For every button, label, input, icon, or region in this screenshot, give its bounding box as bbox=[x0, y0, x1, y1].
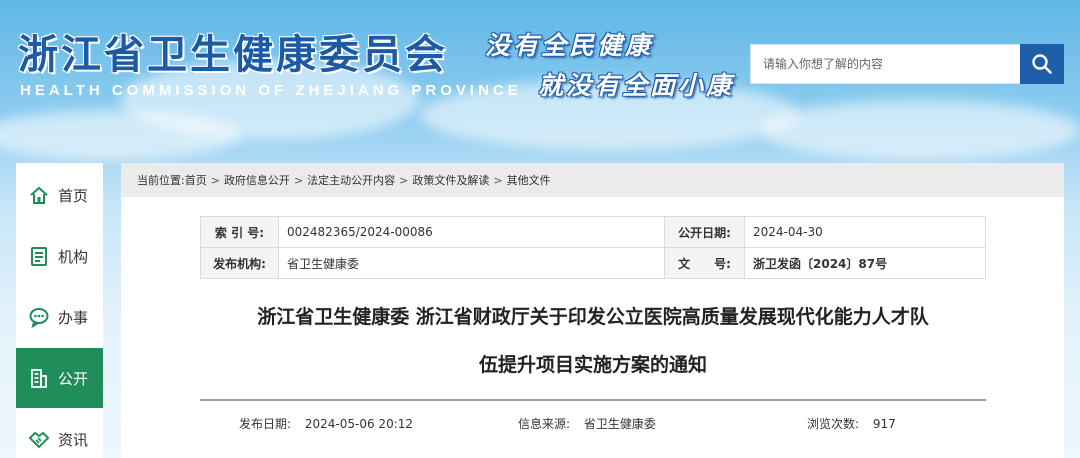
view-count-value: 917 bbox=[872, 417, 896, 431]
site-logo-subtitle: HEALTH COMMISSION OF ZHEJIANG PROVINCE bbox=[20, 82, 522, 99]
org-value: 省卫生健康委 bbox=[278, 247, 665, 279]
nav-item-label: 公开 bbox=[58, 369, 89, 388]
header-cloud bbox=[760, 100, 1080, 160]
breadcrumb-link[interactable]: 政策文件及解读 bbox=[412, 172, 489, 188]
nav-item-label: 机构 bbox=[58, 247, 89, 266]
nav-item-label: 资讯 bbox=[58, 430, 89, 449]
view-count-label: 浏览次数: bbox=[807, 417, 860, 431]
nav-item-label: 首页 bbox=[58, 186, 89, 205]
doc-number-label: 文 号: bbox=[664, 247, 745, 279]
breadcrumb: 当前位置: 首页 > 政府信息公开 > 法定主动公开内容 > 政策文件及解读 >… bbox=[121, 163, 1064, 197]
slogan-line-1: 没有全民健康 bbox=[485, 31, 654, 60]
publish-date-label: 发布日期: bbox=[239, 417, 292, 431]
breadcrumb-link[interactable]: 法定主动公开内容 bbox=[307, 172, 395, 188]
info-source-label: 信息来源: bbox=[518, 417, 571, 431]
header-cloud bbox=[0, 110, 240, 160]
search-button[interactable] bbox=[1020, 44, 1064, 84]
nav-item-home[interactable]: 首页 bbox=[16, 165, 103, 225]
breadcrumb-separator: > bbox=[493, 173, 503, 187]
building-icon bbox=[28, 367, 50, 389]
info-source-value: 省卫生健康委 bbox=[583, 417, 656, 431]
document-icon bbox=[28, 245, 50, 267]
index-value: 002482365/2024-00086 bbox=[278, 216, 665, 248]
breadcrumb-separator: > bbox=[293, 173, 304, 187]
info-source: 信息来源: 省卫生健康委 bbox=[518, 415, 656, 432]
breadcrumb-link[interactable]: 首页 bbox=[185, 172, 207, 188]
site-header: 浙江省卫生健康委员会 HEALTH COMMISSION OF ZHEJIANG… bbox=[0, 0, 1080, 160]
search-box bbox=[750, 44, 1064, 84]
nav-item-org[interactable]: 机构 bbox=[16, 226, 103, 286]
breadcrumb-prefix: 当前位置: bbox=[137, 174, 185, 187]
publish-date-value: 2024-05-06 20:12 bbox=[304, 417, 414, 431]
title-divider bbox=[200, 399, 986, 401]
article-title-line: 伍提升项目实施方案的通知 bbox=[478, 354, 707, 376]
nav-item-news[interactable]: 资讯 bbox=[16, 409, 103, 458]
chat-icon bbox=[28, 306, 50, 328]
index-label: 索 引 号: bbox=[200, 216, 279, 248]
search-input[interactable] bbox=[751, 45, 1023, 83]
nav-item-service[interactable]: 办事 bbox=[16, 287, 103, 347]
home-icon bbox=[28, 184, 50, 206]
slogan-line-2: 就没有全面小康 bbox=[538, 71, 735, 100]
article-title-line: 浙江省卫生健康委 浙江省财政厅关于印发公立医院高质量发展现代化能力人才队 bbox=[257, 306, 929, 328]
date-value: 2024-04-30 bbox=[744, 216, 986, 248]
article-title: 浙江省卫生健康委 浙江省财政厅关于印发公立医院高质量发展现代化能力人才队 伍提升… bbox=[200, 293, 986, 389]
site-logo-title[interactable]: 浙江省卫生健康委员会 bbox=[18, 22, 448, 80]
nav-item-public[interactable]: 公开 bbox=[16, 348, 103, 408]
content-panel: 当前位置: 首页 > 政府信息公开 > 法定主动公开内容 > 政策文件及解读 >… bbox=[121, 163, 1064, 458]
handshake-icon bbox=[28, 428, 50, 450]
org-label: 发布机构: bbox=[200, 247, 279, 279]
nav-item-label: 办事 bbox=[58, 308, 89, 327]
breadcrumb-separator: > bbox=[399, 173, 409, 187]
breadcrumb-link[interactable]: 其他文件 bbox=[507, 172, 551, 188]
date-label: 公开日期: bbox=[664, 216, 745, 248]
search-icon bbox=[1032, 54, 1052, 74]
table-row: 索 引 号: 002482365/2024-00086 公开日期: 2024-0… bbox=[200, 216, 986, 248]
view-count: 浏览次数: 917 bbox=[807, 415, 896, 432]
table-row: 发布机构: 省卫生健康委 文 号: 浙卫发函〔2024〕87号 bbox=[200, 247, 986, 279]
left-nav: 首页 机构 办事 公开 资讯 bbox=[16, 163, 103, 458]
doc-number-value: 浙卫发函〔2024〕87号 bbox=[744, 247, 986, 279]
publish-date: 发布日期: 2024-05-06 20:12 bbox=[239, 415, 413, 432]
breadcrumb-separator: > bbox=[210, 173, 220, 187]
document-meta-table: 索 引 号: 002482365/2024-00086 公开日期: 2024-0… bbox=[200, 216, 986, 279]
breadcrumb-link[interactable]: 政府信息公开 bbox=[224, 172, 290, 188]
